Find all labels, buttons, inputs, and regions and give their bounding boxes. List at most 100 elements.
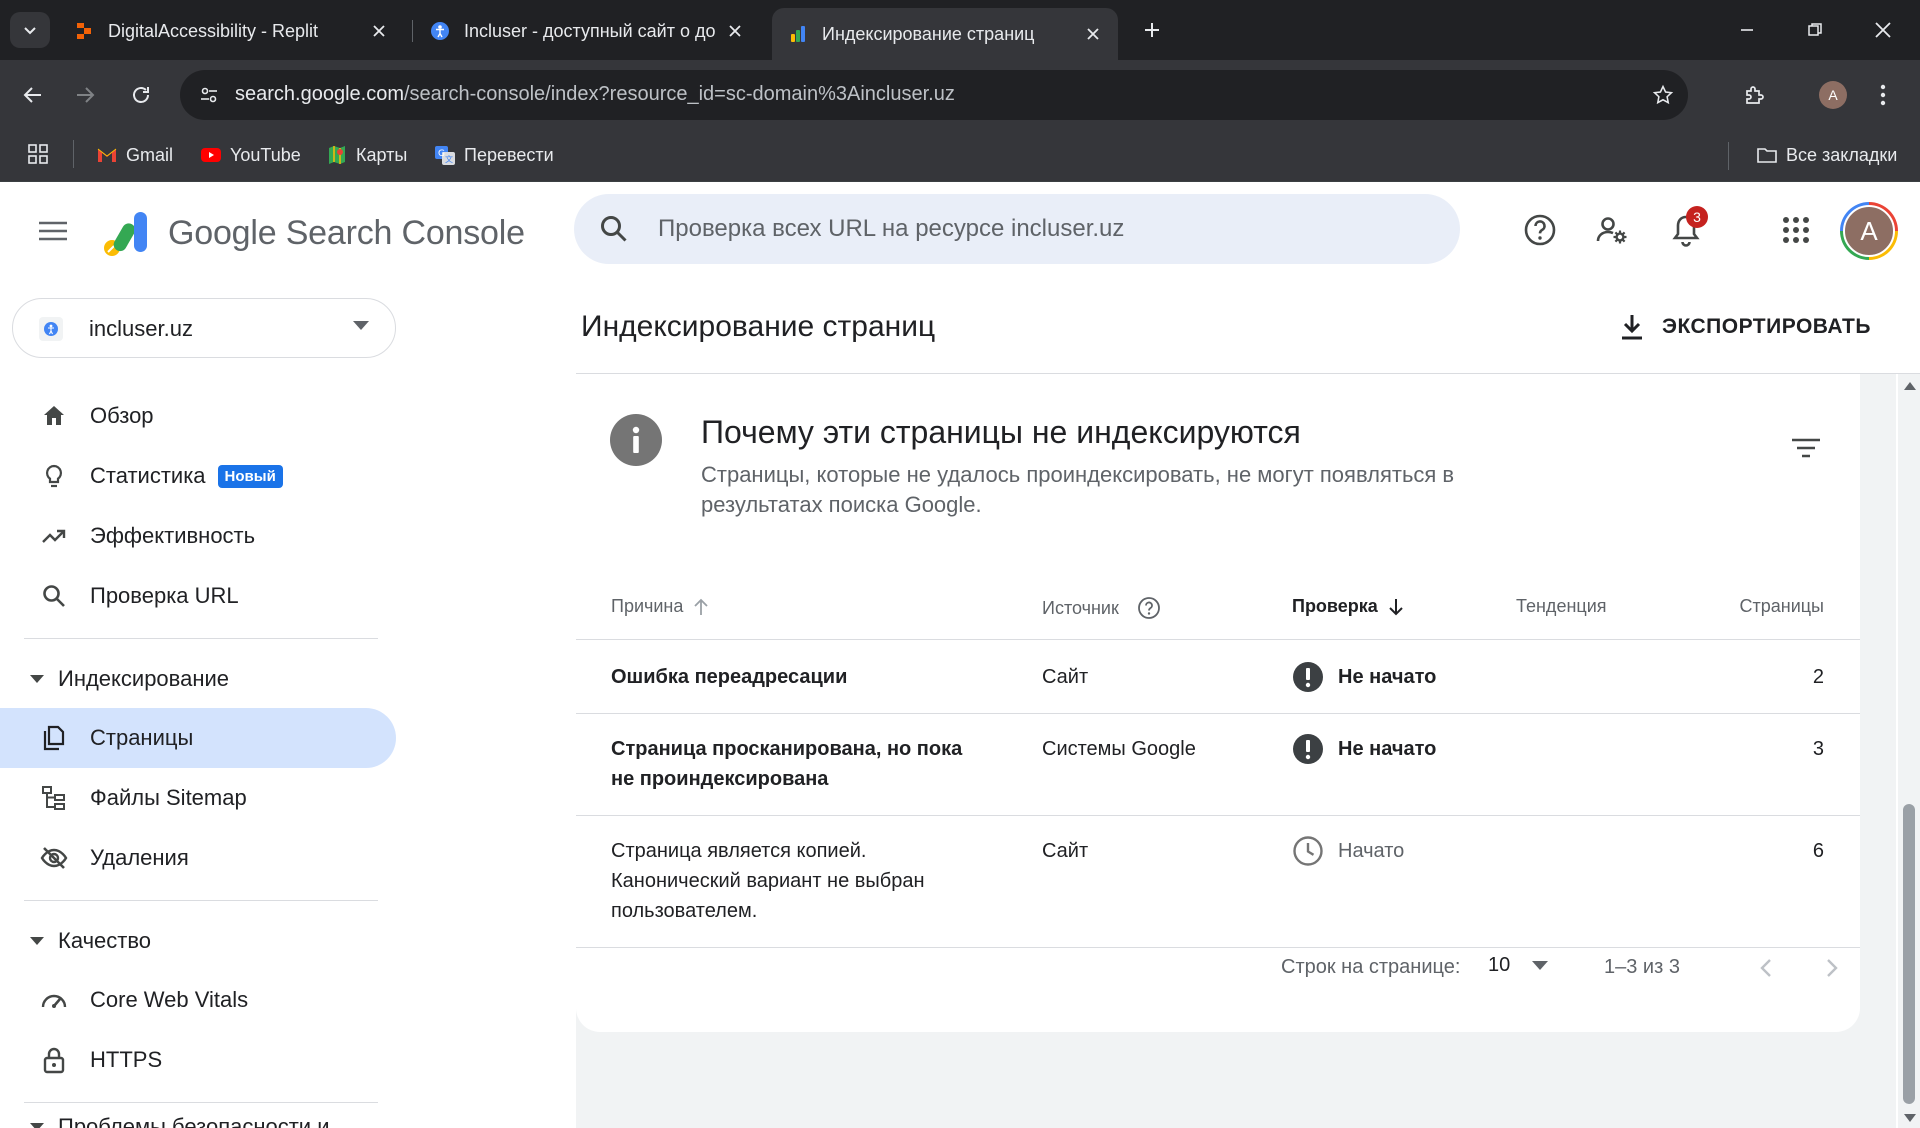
- close-icon: [1875, 22, 1891, 38]
- minimize-button[interactable]: [1722, 10, 1772, 50]
- lock-icon: [43, 1047, 65, 1074]
- accessibility-favicon-icon: [431, 22, 449, 40]
- new-badge: Новый: [217, 464, 283, 488]
- property-selector[interactable]: incluser.uz: [12, 298, 396, 358]
- google-apps-button[interactable]: [1772, 206, 1820, 254]
- sidebar-item-performance[interactable]: Эффективность: [0, 506, 396, 566]
- sidebar-item-https[interactable]: HTTPS: [0, 1030, 396, 1090]
- reload-button[interactable]: [122, 76, 160, 114]
- new-tab-button[interactable]: [1136, 12, 1168, 48]
- tab-close-icon[interactable]: [1080, 21, 1106, 47]
- profile-button[interactable]: A: [1814, 76, 1852, 114]
- clock-icon: [1293, 836, 1323, 866]
- row-source: Системы Google: [1042, 738, 1196, 760]
- sidebar-item-pages[interactable]: Страницы: [0, 708, 396, 768]
- home-icon: [44, 406, 64, 425]
- export-button[interactable]: ЭКСПОРТИРОВАТЬ: [1620, 304, 1871, 350]
- all-bookmarks[interactable]: Все закладки: [1756, 144, 1897, 166]
- sidebar-item-statistics[interactable]: Статистика Новый: [0, 446, 396, 506]
- tab-indexing-active[interactable]: Индексирование страниц: [772, 8, 1118, 60]
- bookmark-translate[interactable]: G文 Перевести: [434, 144, 554, 166]
- caret-down-icon: [30, 1123, 44, 1128]
- gmail-icon: [97, 148, 117, 162]
- settings-users-button[interactable]: [1588, 206, 1636, 254]
- help-outline-icon[interactable]: [1137, 596, 1161, 620]
- column-source-header[interactable]: Источник: [1042, 596, 1161, 620]
- site-settings-icon[interactable]: [194, 80, 224, 110]
- forward-button[interactable]: [66, 76, 104, 114]
- sidebar-section-security[interactable]: Проблемы безопасности и: [30, 1114, 330, 1128]
- search-input[interactable]: [658, 210, 1418, 248]
- chevron-left-icon: [1760, 959, 1771, 977]
- bookmark-maps[interactable]: Карты: [326, 144, 407, 166]
- table-pagination: Строк на странице: 10 1–3 из 3: [576, 940, 1860, 996]
- sidebar: incluser.uz Обзор Статистика Новый Эффек…: [0, 278, 410, 1128]
- main-menu-button[interactable]: [30, 208, 76, 254]
- column-label: Источник: [1042, 597, 1119, 618]
- sidebar-item-removals[interactable]: Удаления: [0, 828, 396, 888]
- rows-per-page-label: Строк на странице:: [1281, 956, 1461, 978]
- bookmark-label: YouTube: [230, 144, 301, 165]
- column-reason-header[interactable]: Причина: [611, 596, 709, 617]
- bookmarks-separator: [1728, 142, 1729, 170]
- next-page-button[interactable]: [1812, 948, 1852, 988]
- youtube-icon: [201, 148, 221, 162]
- manage-accounts-icon: [1596, 217, 1627, 244]
- status-label: Не начато: [1338, 738, 1437, 760]
- arrow-left-icon: [23, 87, 41, 103]
- extensions-button[interactable]: [1736, 76, 1774, 114]
- row-reason: Страница является копией. Канонический в…: [611, 840, 925, 922]
- error-filled-icon: [1293, 662, 1323, 692]
- sidebar-section-indexing[interactable]: Индексирование: [30, 666, 229, 692]
- bookmark-youtube[interactable]: YouTube: [200, 144, 301, 166]
- browser-menu-button[interactable]: [1864, 76, 1902, 114]
- bookmark-star-button[interactable]: [1648, 80, 1678, 110]
- address-bar[interactable]: search.google.com/search-console/index?r…: [180, 70, 1688, 120]
- url-inspection-search[interactable]: [574, 194, 1460, 264]
- sidebar-item-core-web-vitals[interactable]: Core Web Vitals: [0, 970, 396, 1030]
- bookmark-gmail[interactable]: Gmail: [96, 144, 173, 166]
- sidebar-item-overview[interactable]: Обзор: [0, 386, 396, 446]
- row-pages: 6: [1812, 840, 1824, 862]
- restore-button[interactable]: [1790, 10, 1840, 50]
- scrollbar-thumb[interactable]: [1903, 804, 1915, 1104]
- column-validation-header[interactable]: Проверка: [1292, 596, 1404, 617]
- section-label: Индексирование: [58, 666, 230, 691]
- table-row[interactable]: Ошибка переадресации Сайт Не начато 2: [576, 640, 1860, 714]
- scroll-up-arrow-icon[interactable]: [1904, 382, 1916, 390]
- close-window-button[interactable]: [1858, 10, 1908, 50]
- previous-page-button[interactable]: [1746, 948, 1786, 988]
- filter-button[interactable]: [1786, 428, 1826, 468]
- puzzle-icon: [1746, 86, 1764, 104]
- tab-replit[interactable]: DigitalAccessibility - Replit: [58, 8, 404, 54]
- sidebar-item-label: HTTPS: [90, 1047, 163, 1072]
- account-button[interactable]: A: [1840, 202, 1898, 260]
- tab-close-icon[interactable]: [366, 18, 392, 44]
- sidebar-item-url-inspection[interactable]: Проверка URL: [0, 566, 396, 626]
- row-reason: Страница просканирована, но пока не прои…: [611, 738, 963, 790]
- tab-search-button[interactable]: [10, 12, 50, 48]
- sidebar-item-sitemaps[interactable]: Файлы Sitemap: [0, 768, 396, 828]
- dropdown-arrow-icon: [353, 321, 369, 330]
- sidebar-section-quality[interactable]: Качество: [30, 928, 151, 954]
- info-icon: [610, 414, 662, 466]
- column-pages-header[interactable]: Страницы: [1739, 596, 1824, 617]
- bookmark-label: Перевести: [464, 144, 554, 165]
- help-button[interactable]: [1516, 206, 1564, 254]
- table-row[interactable]: Страница является копией. Канонический в…: [576, 816, 1860, 948]
- row-status: Не начато: [1292, 661, 1436, 693]
- tab-incluser[interactable]: Incluser - доступный сайт о до: [414, 8, 760, 54]
- sidebar-item-label: Статистика: [90, 463, 206, 488]
- tab-close-icon[interactable]: [722, 18, 748, 44]
- property-name: incluser.uz: [89, 316, 193, 341]
- row-status: Начато: [1292, 835, 1404, 867]
- maps-icon: [329, 146, 345, 164]
- back-button[interactable]: [14, 76, 52, 114]
- wordmark-product: Search Console: [285, 214, 525, 252]
- url-text[interactable]: search.google.com/search-console/index?r…: [235, 83, 955, 106]
- apps-shortcut[interactable]: [26, 142, 50, 166]
- main-scrollbar[interactable]: [1898, 374, 1920, 1128]
- table-row[interactable]: Страница просканирована, но пока не прои…: [576, 714, 1860, 816]
- scroll-down-arrow-icon[interactable]: [1904, 1114, 1916, 1122]
- rows-per-page-select[interactable]: 10: [1488, 954, 1549, 977]
